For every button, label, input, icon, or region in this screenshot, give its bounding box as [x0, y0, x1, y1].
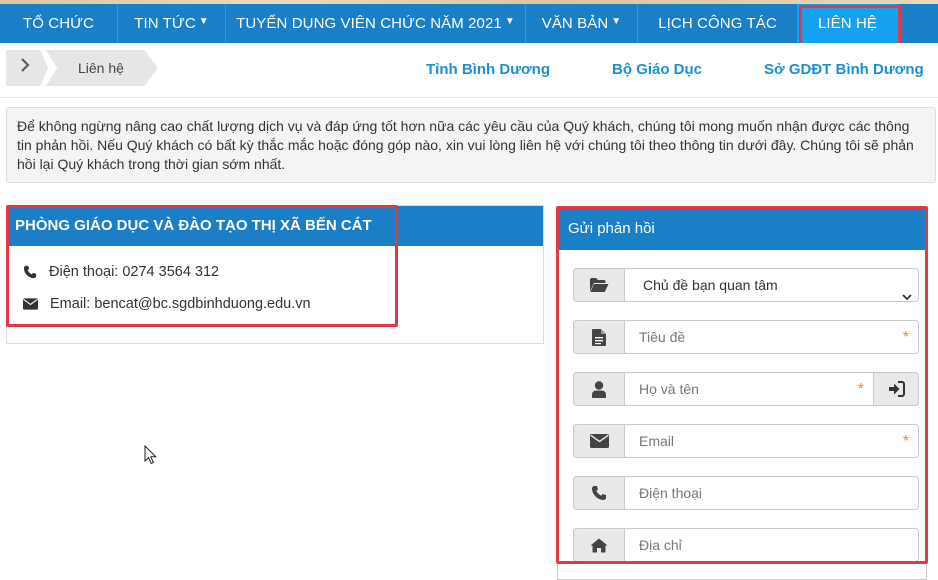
nav-item-to-chuc[interactable]: TỔ CHỨC: [0, 4, 118, 43]
nav-label: TỔ CHỨC: [22, 15, 94, 32]
breadcrumb-label: Liên hệ: [78, 60, 124, 76]
highlight-box-contact: [6, 205, 398, 327]
breadcrumb-current: Liên hệ: [46, 50, 158, 86]
nav-item-tin-tuc[interactable]: TIN TỨC ▼: [118, 4, 226, 43]
breadcrumb-home[interactable]: [6, 50, 48, 86]
nav-label: TIN TỨC: [134, 15, 196, 32]
caret-down-icon: ▼: [504, 16, 515, 27]
nav-label: LỊCH CÔNG TÁC: [658, 15, 777, 32]
nav-label: VĂN BẢN: [541, 15, 609, 32]
nav-label: TUYỂN DỤNG VIÊN CHỨC NĂM 2021: [236, 15, 502, 32]
main-nav: TỔ CHỨC TIN TỨC ▼ TUYỂN DỤNG VIÊN CHỨC N…: [0, 4, 938, 43]
chevron-right-icon: [20, 58, 30, 77]
link-tinh-binh-duong[interactable]: Tỉnh Bình Dương: [426, 61, 550, 78]
highlight-box-form: [556, 206, 928, 564]
breadcrumb-row: Liên hệ Tỉnh Bình Dương Bộ Giáo Dục Sở G…: [0, 43, 938, 98]
link-so-gddt-binh-duong[interactable]: Sở GDĐT Bình Dương: [764, 61, 924, 78]
caret-down-icon: ▼: [611, 16, 622, 27]
nav-item-lich-cong-tac[interactable]: LỊCH CÔNG TÁC: [638, 4, 798, 43]
link-bo-giao-duc[interactable]: Bộ Giáo Dục: [612, 61, 702, 78]
intro-notice: Để không ngừng nâng cao chất lượng dịch …: [6, 107, 936, 183]
nav-item-van-ban[interactable]: VĂN BẢN ▼: [526, 4, 638, 43]
divider: [0, 97, 938, 98]
caret-down-icon: ▼: [198, 16, 209, 27]
nav-item-tuyen-dung[interactable]: TUYỂN DỤNG VIÊN CHỨC NĂM 2021 ▼: [226, 4, 526, 43]
mouse-cursor-icon: [144, 444, 158, 470]
